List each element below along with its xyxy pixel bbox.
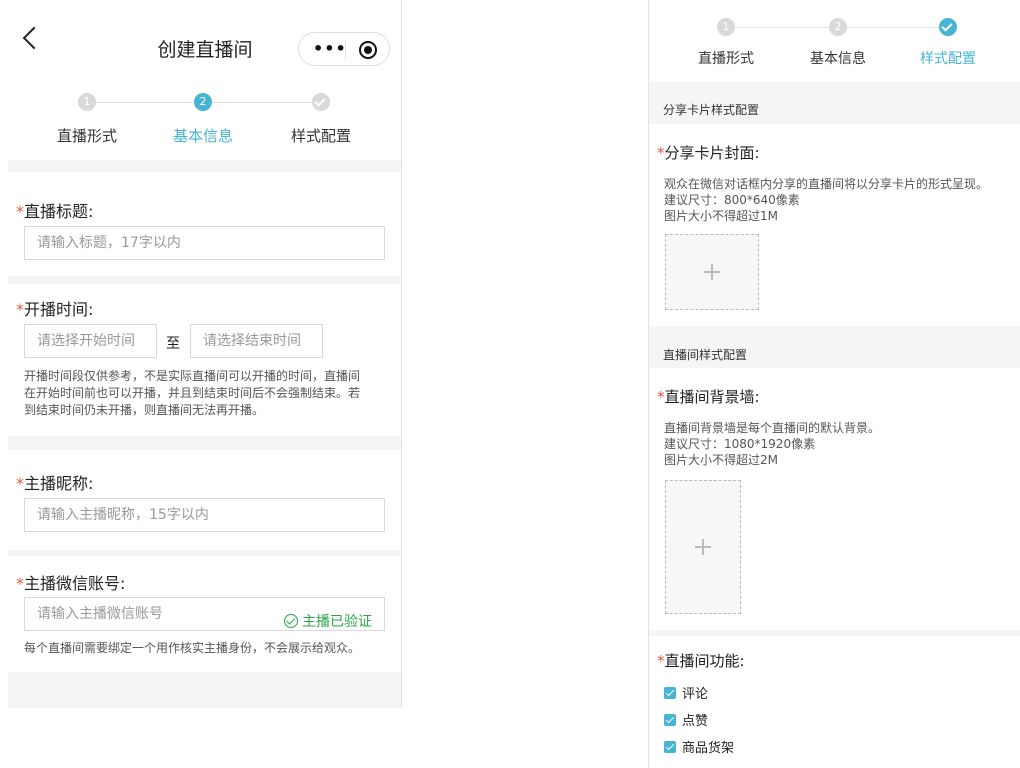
share-cover-upload[interactable]	[665, 234, 759, 310]
time-separator: 至	[166, 336, 180, 352]
wechat-input-placeholder: 请输入主播微信账号	[37, 606, 163, 622]
step-1-label: 直播形式	[56, 127, 117, 145]
verified-badge: 主播已验证	[284, 606, 372, 638]
checkbox-checked-icon	[664, 687, 676, 699]
nav-bar: 创建直播间 •••	[8, 0, 401, 74]
right-step-2-label: 基本信息	[810, 51, 866, 67]
share-hint-line-2: 建议尺寸：800*640像素	[664, 193, 800, 207]
verified-check-icon	[284, 614, 298, 628]
time-section: *开播时间: 请选择开始时间 至 请选择结束时间 开播时间段仅供参考，不是实际直…	[8, 284, 401, 436]
right-step-1-dot: 1	[717, 18, 735, 36]
background-label: *直播间背景墙:	[657, 388, 760, 406]
share-hint-line-3: 图片大小不得超过1M	[664, 209, 778, 223]
room-section-title: 直播间样式配置	[663, 348, 748, 362]
create-room-screen: 创建直播间 ••• 1 2 直播形式 基本信息 样式配置 *直播标题: 请输入标…	[8, 0, 402, 708]
step-2-label: 基本信息	[172, 127, 233, 145]
share-cover-section: *分享卡片封面: 观众在微信对话框内分享的直播间将以分享卡片的形式呈现。 建议尺…	[649, 124, 1020, 326]
wechat-input[interactable]: 请输入主播微信账号 主播已验证	[24, 597, 385, 631]
function-comment-checkbox[interactable]: 评论	[664, 683, 708, 702]
plus-icon	[704, 264, 720, 280]
checkbox-checked-icon	[664, 714, 676, 726]
title-section: *直播标题: 请输入标题，17字以内	[8, 172, 401, 276]
right-step-3-check-icon	[939, 18, 957, 36]
time-label: *开播时间:	[16, 300, 94, 319]
step-2-dot: 2	[194, 93, 212, 111]
background-hint-line-3: 图片大小不得超过2M	[664, 453, 778, 467]
wechat-section: *主播微信账号: 请输入主播微信账号 主播已验证 每个直播间需要绑定一个用作核实…	[8, 556, 401, 672]
right-step-2-dot: 2	[829, 18, 847, 36]
time-hint-line-1: 开播时间段仅供参考，不是实际直播间可以开播的时间，直播间	[24, 369, 361, 383]
mini-program-capsule: •••	[298, 32, 390, 66]
title-label: *直播标题:	[16, 202, 94, 221]
close-target-icon[interactable]	[359, 41, 377, 59]
step-3-label: 样式配置	[290, 127, 351, 145]
step-1-dot: 1	[78, 93, 96, 111]
more-icon[interactable]: •••	[313, 39, 347, 58]
nickname-section: *主播昵称: 请输入主播昵称，15字以内	[8, 450, 401, 550]
title-input[interactable]: 请输入标题，17字以内	[24, 226, 385, 260]
background-section: *直播间背景墙: 直播间背景墙是每个直播间的默认背景。 建议尺寸：1080*19…	[649, 368, 1020, 630]
step-indicator: 1 2 直播形式 基本信息 样式配置	[8, 74, 401, 160]
wechat-hint: 每个直播间需要绑定一个用作核实主播身份，不会展示给观众。	[24, 641, 361, 655]
nickname-label: *主播昵称:	[16, 474, 94, 493]
end-time-input[interactable]: 请选择结束时间	[190, 324, 323, 358]
share-section-title: 分享卡片样式配置	[663, 103, 760, 117]
background-hint-line-2: 建议尺寸：1080*1920像素	[664, 437, 816, 451]
right-step-3-label: 样式配置	[920, 51, 976, 67]
nickname-input[interactable]: 请输入主播昵称，15字以内	[24, 498, 385, 532]
function-shelf-checkbox[interactable]: 商品货架	[664, 737, 734, 756]
share-cover-label: *分享卡片封面:	[657, 144, 760, 162]
background-upload[interactable]	[665, 480, 741, 614]
functions-section: *直播间功能: 评论 点赞 商品货架	[649, 636, 1020, 768]
step-3-check-icon	[312, 93, 330, 111]
style-config-screen: 1 2 直播形式 基本信息 样式配置 分享卡片样式配置 *分享卡片封面: 观众在…	[648, 0, 1020, 768]
plus-icon	[695, 539, 711, 555]
right-step-1-label: 直播形式	[698, 51, 754, 67]
step-indicator-right: 1 2 直播形式 基本信息 样式配置	[649, 0, 1020, 82]
wechat-label: *主播微信账号:	[16, 574, 126, 593]
checkbox-checked-icon	[664, 741, 676, 753]
functions-label: *直播间功能:	[657, 652, 745, 670]
share-hint-line-1: 观众在微信对话框内分享的直播间将以分享卡片的形式呈现。	[664, 177, 989, 191]
function-like-checkbox[interactable]: 点赞	[664, 710, 708, 729]
start-time-input[interactable]: 请选择开始时间	[24, 324, 157, 358]
time-hint-line-3: 到结束时间仍未开播，则直播间无法再开播。	[24, 403, 265, 417]
background-hint-line-1: 直播间背景墙是每个直播间的默认背景。	[664, 421, 881, 435]
capsule-divider	[345, 41, 346, 59]
time-hint-line-2: 在开始时间前也可以开播，并且到结束时间后不会强制结束。若	[24, 386, 361, 400]
